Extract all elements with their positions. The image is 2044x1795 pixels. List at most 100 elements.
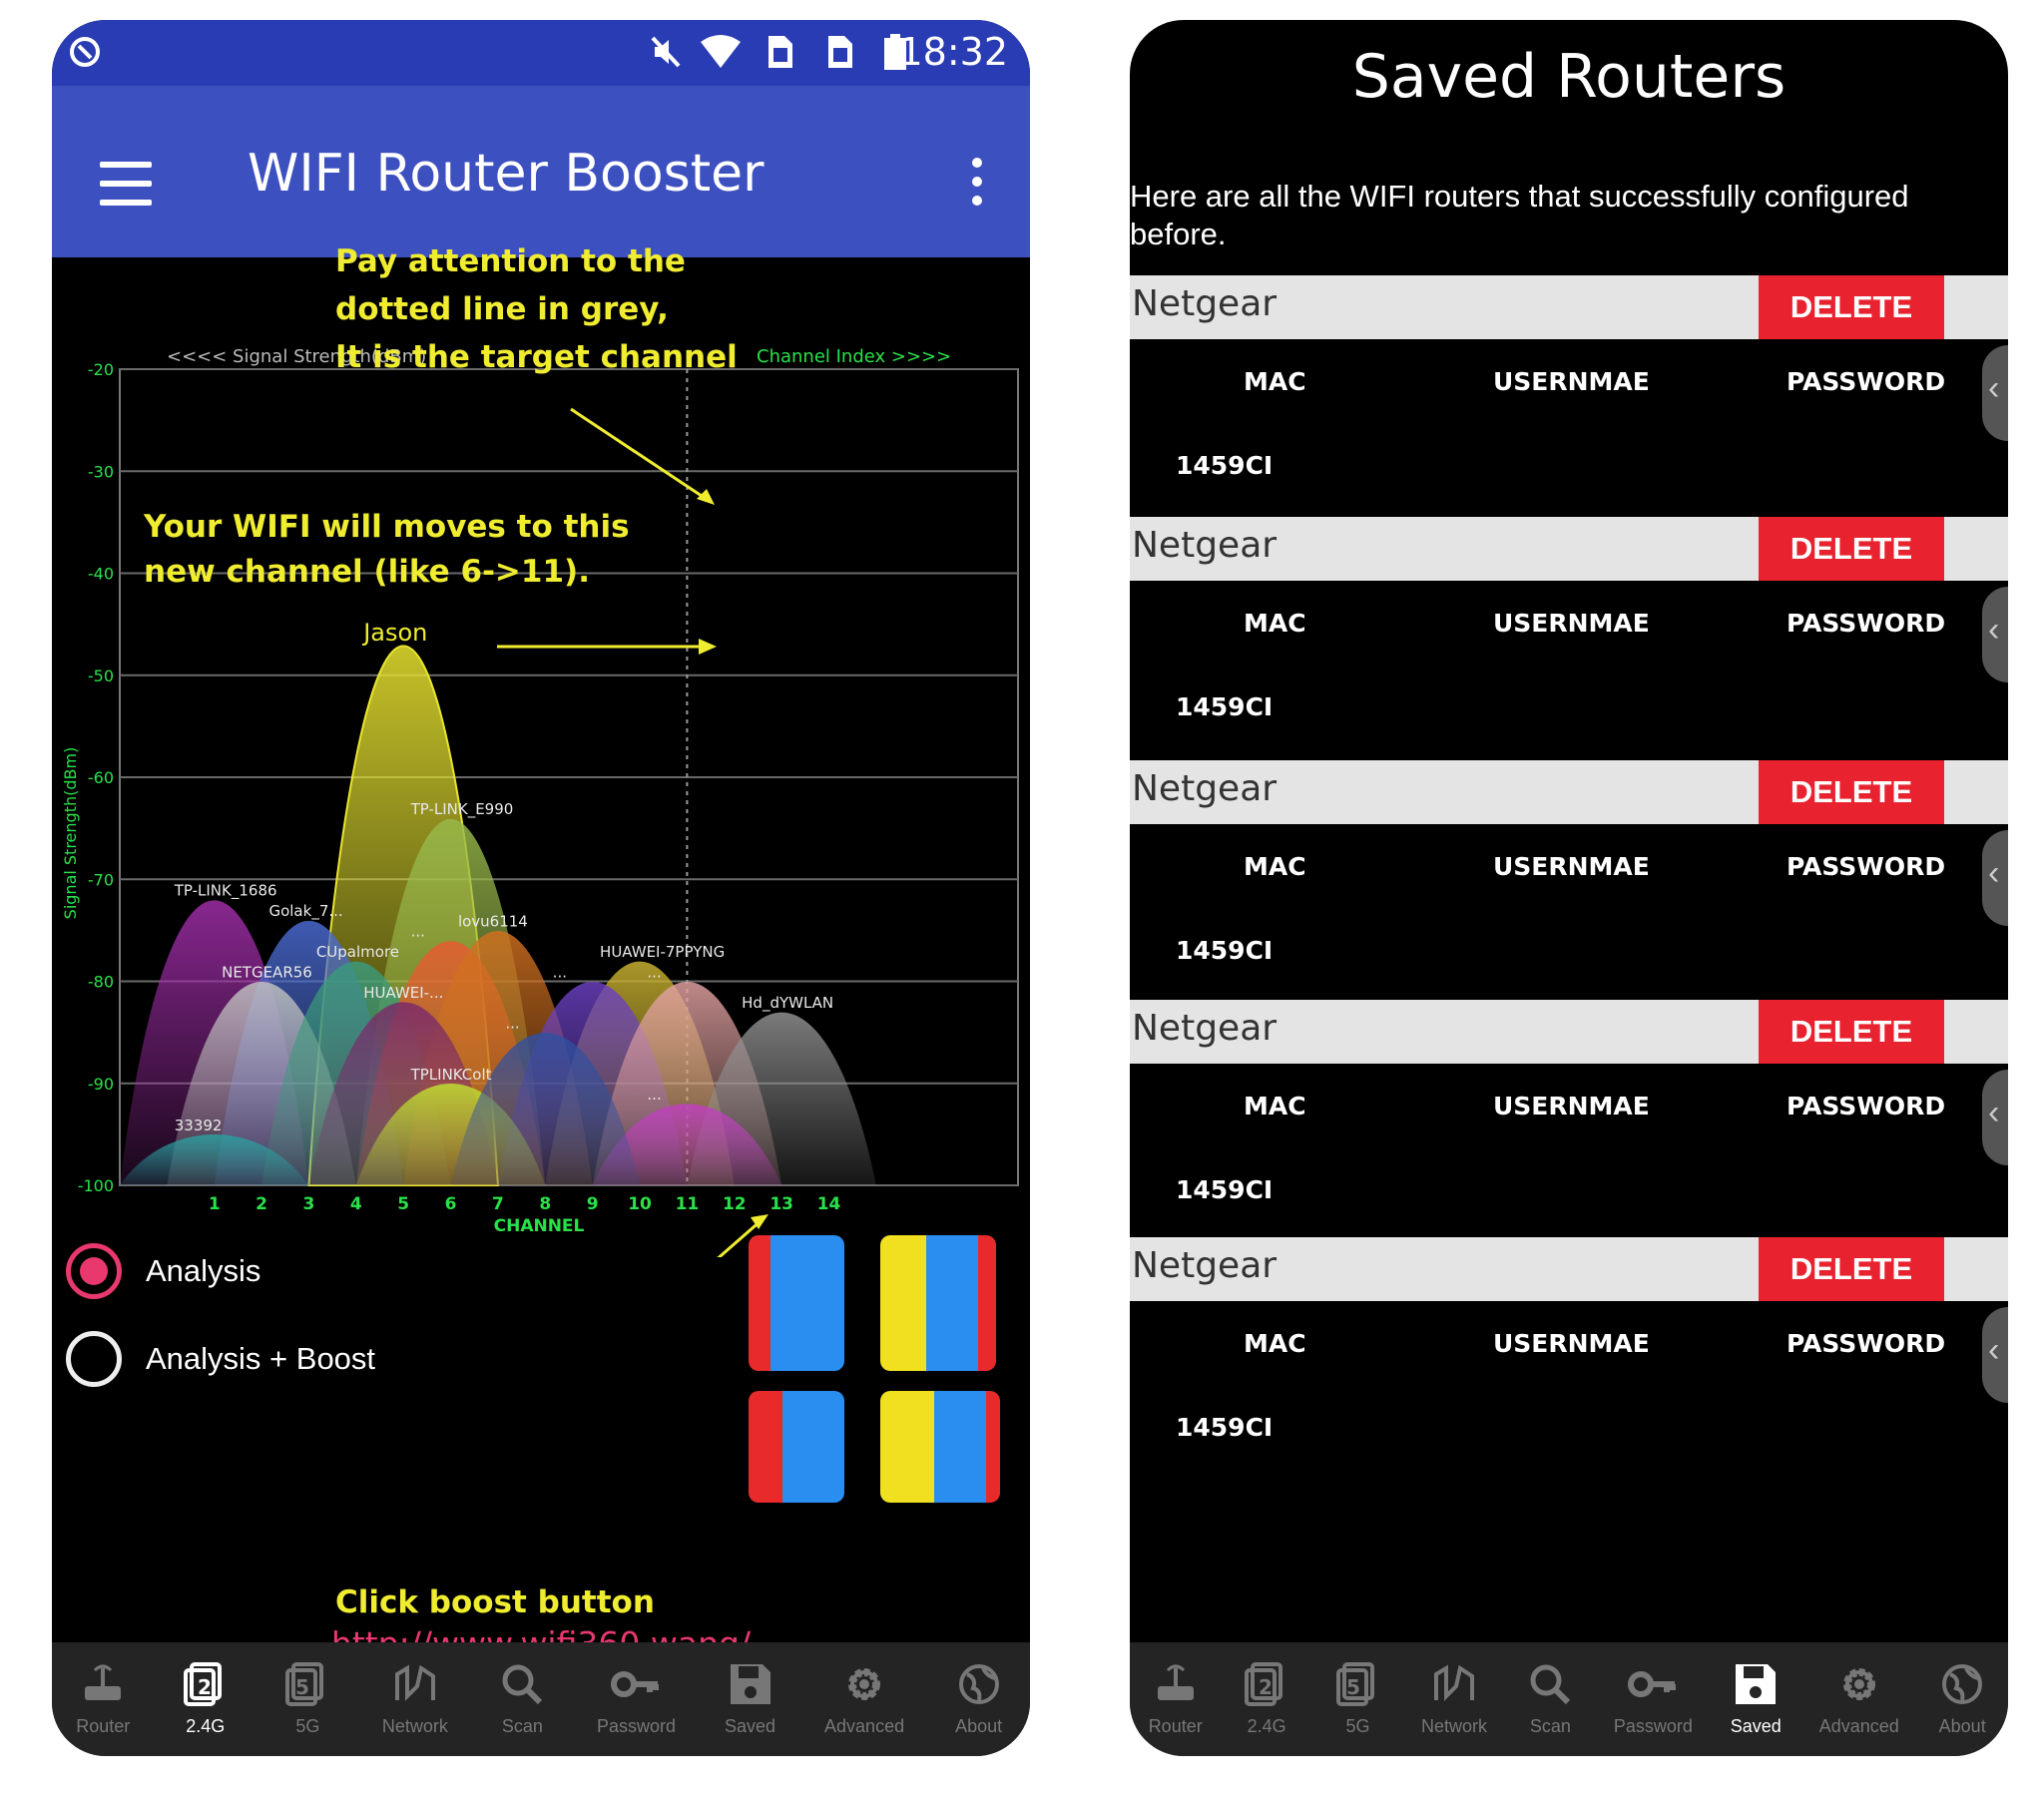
x-tick-label: 4 <box>350 1194 362 1214</box>
router-name: Netgear <box>1132 1245 1278 1286</box>
delete-button[interactable]: DELETE <box>1759 1237 1944 1301</box>
nav-item-router[interactable]: Router <box>1148 1642 1204 1737</box>
nav-label: About <box>955 1716 1003 1736</box>
nav-item-saved[interactable]: Saved <box>1728 1642 1784 1737</box>
y-tick-label: -30 <box>88 462 114 481</box>
expand-handle[interactable] <box>1982 345 2008 441</box>
nav-label: Scan <box>1529 1716 1571 1736</box>
network-label: ... <box>553 964 567 982</box>
router-name: Netgear <box>1132 525 1278 566</box>
radio-button[interactable] <box>66 1331 122 1387</box>
boost-button[interactable] <box>749 1235 1006 1519</box>
column-mac: MAC <box>1244 367 1306 396</box>
x-tick-label: 13 <box>769 1194 793 1214</box>
y-tick-label: -90 <box>88 1075 114 1094</box>
column-mac: MAC <box>1244 1329 1306 1358</box>
nav-label: Advanced <box>824 1716 905 1736</box>
nav-label: Router <box>1148 1716 1203 1736</box>
x-tick-label: 8 <box>539 1194 551 1214</box>
router-mac: 1459CI <box>1176 936 1274 965</box>
router-icon <box>85 1664 122 1700</box>
column-password: PASSWORD <box>1787 1092 1946 1121</box>
expand-handle[interactable] <box>1982 1307 2008 1403</box>
boost-tile <box>749 1235 844 1371</box>
column-password: PASSWORD <box>1787 852 1946 881</box>
nav-item-saved[interactable]: Saved <box>723 1642 778 1737</box>
network-label: HUAWEI-7PPYNG <box>600 943 725 961</box>
router-entry: Netgear DELETE MAC USERNMAE PASSWORD 1459CI <box>1130 1237 2008 1479</box>
nav-item-network[interactable]: Network <box>1421 1642 1487 1737</box>
radio-button-selected[interactable] <box>66 1243 122 1299</box>
y-tick-label: -50 <box>88 667 114 685</box>
column-username: USERNMAE <box>1493 852 1650 881</box>
router-icon <box>1157 1664 1194 1700</box>
router-name: Netgear <box>1132 1008 1278 1049</box>
nav-item-about[interactable]: About <box>951 1642 1007 1737</box>
expand-handle[interactable] <box>1982 587 2008 682</box>
wifi-icon <box>701 35 741 68</box>
x-tick-label: 14 <box>817 1194 841 1214</box>
router-header: Netgear DELETE <box>1130 1237 2008 1301</box>
key-icon <box>1628 1671 1677 1697</box>
globe-icon <box>1942 1664 1983 1704</box>
nav-label: Advanced <box>1818 1716 1899 1736</box>
nav-item-password[interactable]: Password <box>597 1642 676 1737</box>
nav-label: Password <box>1613 1716 1693 1736</box>
radio-analysis-boost[interactable]: Analysis + Boost <box>66 1329 375 1389</box>
network-label: TP-LINK_E990 <box>410 800 514 819</box>
radio-analysis[interactable]: Analysis <box>66 1241 260 1301</box>
svg-text:2: 2 <box>1259 1675 1273 1699</box>
network-label: Hd_dYWLAN <box>742 994 833 1013</box>
x-tick-label: 3 <box>303 1194 315 1214</box>
bottom-navigation: Router 2 2.4G 5 5G Network Scan Password Saved Ad… <box>52 1642 1030 1756</box>
y-axis-label: Signal Strength(dBm) <box>61 747 80 920</box>
network-icon <box>1433 1664 1474 1701</box>
svg-text:5: 5 <box>1346 1675 1360 1699</box>
network-label: lovu6114 <box>458 912 528 930</box>
network-label: TP-LINK_1686 <box>174 882 277 901</box>
nav-item-router[interactable]: Router <box>75 1642 131 1737</box>
expand-handle[interactable] <box>1982 1070 2008 1165</box>
nav-item-2-4g[interactable]: 2 2.4G <box>1239 1642 1294 1737</box>
nav-label: 5G <box>1345 1716 1370 1736</box>
network-label: NETGEAR56 <box>222 964 312 982</box>
gear-icon <box>848 1668 881 1700</box>
annotation-arrowhead <box>699 639 717 655</box>
annotation-line: new channel (like 6->11). <box>144 554 590 590</box>
radio-label: Analysis + Boost <box>146 1341 376 1376</box>
moves-annotation: Your WIFI will moves to this new channel… <box>144 505 630 595</box>
expand-handle[interactable] <box>1982 830 2008 926</box>
nav-item-5g[interactable]: 5 5G <box>279 1642 335 1737</box>
nav-item-advanced[interactable]: Advanced <box>1819 1642 1899 1737</box>
status-bar: 18:32 <box>52 20 1030 86</box>
svg-text:5: 5 <box>295 1675 309 1699</box>
nav-item-scan[interactable]: Scan <box>494 1642 550 1737</box>
nav-label: 2.4G <box>186 1716 226 1736</box>
delete-button[interactable]: DELETE <box>1759 275 1944 339</box>
delete-button[interactable]: DELETE <box>1759 517 1944 581</box>
channel-chart: -20 -30 -40 -50 -60 -70 -80 -90 -100 Jason TP-LIN… <box>61 346 1019 1257</box>
nav-item-2-4g[interactable]: 2 2.4G <box>178 1642 234 1737</box>
nav-item-network[interactable]: Network <box>382 1642 448 1737</box>
nav-item-scan[interactable]: Scan <box>1522 1642 1578 1737</box>
delete-button[interactable]: DELETE <box>1759 760 1944 824</box>
nav-label: About <box>1938 1716 1986 1736</box>
boost-tile <box>880 1391 1000 1503</box>
x-tick-label: 5 <box>397 1194 409 1214</box>
network-label: Jason <box>361 619 427 647</box>
nav-label: Network <box>381 1716 448 1736</box>
delete-button[interactable]: DELETE <box>1759 1000 1944 1064</box>
nav-item-about[interactable]: About <box>1934 1642 1990 1737</box>
network-label: ... <box>505 1015 519 1033</box>
nav-item-5g[interactable]: 5 5G <box>1330 1642 1386 1737</box>
y-tick-label: -20 <box>88 360 114 379</box>
sim-icon <box>828 36 852 68</box>
y-tick-label: -80 <box>88 973 114 992</box>
more-options-icon[interactable] <box>972 158 984 210</box>
nav-item-advanced[interactable]: Advanced <box>824 1642 904 1737</box>
nav-item-password[interactable]: Password <box>1614 1642 1693 1737</box>
menu-icon[interactable] <box>100 162 152 206</box>
network-label: ... <box>647 1086 661 1104</box>
nav-label: 2.4G <box>1247 1716 1286 1736</box>
router-name: Netgear <box>1132 283 1278 324</box>
